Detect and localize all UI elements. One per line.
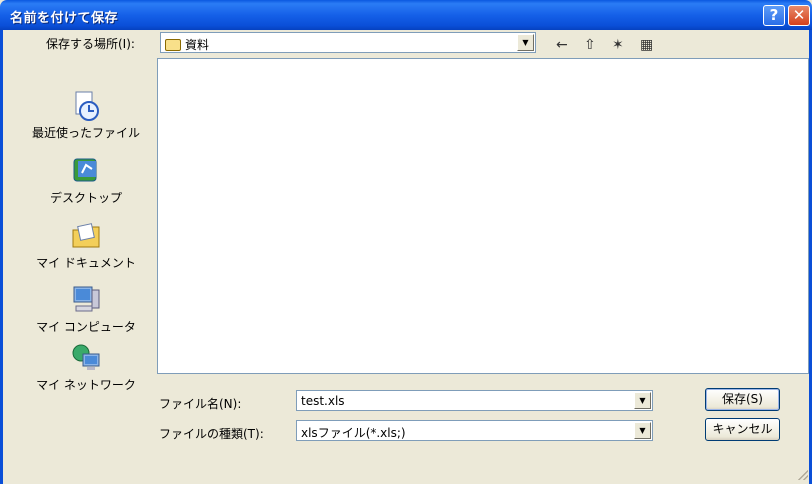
my-computer-icon <box>70 284 102 316</box>
new-folder-icon[interactable]: ✶ <box>612 36 624 54</box>
place-label: デスクトップ <box>49 191 122 205</box>
file-list-view[interactable] <box>157 58 809 374</box>
my-network-icon <box>70 342 102 374</box>
window-title: 名前を付けて保存 <box>10 11 119 26</box>
save-button[interactable]: 保存(S) <box>705 388 780 411</box>
file-type-value: xlsファイル(*.xls;) <box>301 426 406 440</box>
window-frame-left <box>0 30 3 484</box>
place-my-network[interactable]: マイ ネットワーク <box>22 342 150 393</box>
resize-grip[interactable] <box>798 470 808 480</box>
file-name-label: ファイル名(N): <box>159 397 242 411</box>
file-name-input[interactable]: test.xls ▼ <box>296 390 653 411</box>
place-my-documents[interactable]: マイ ドキュメント <box>22 220 150 271</box>
save-in-label: 保存する場所(I): <box>46 37 135 51</box>
back-icon[interactable]: ← <box>556 36 568 54</box>
save-in-dropdown[interactable]: 資料 ▼ <box>160 32 536 53</box>
help-button[interactable]: ? <box>763 5 785 26</box>
place-my-computer[interactable]: マイ コンピュータ <box>22 284 150 335</box>
place-label: マイ ドキュメント <box>36 256 136 270</box>
recent-documents-icon <box>70 90 102 122</box>
chevron-down-icon[interactable]: ▼ <box>634 392 651 409</box>
chevron-down-icon[interactable]: ▼ <box>634 422 651 439</box>
views-menu-icon[interactable]: ▦ <box>640 36 653 54</box>
up-folder-icon[interactable]: ⇧ <box>584 36 596 54</box>
my-documents-icon <box>70 220 102 252</box>
file-type-label: ファイルの種類(T): <box>159 427 264 441</box>
cancel-button[interactable]: キャンセル <box>705 418 780 441</box>
place-recent[interactable]: 最近使ったファイル <box>22 90 150 141</box>
place-desktop[interactable]: デスクトップ <box>22 155 150 206</box>
chevron-down-icon[interactable]: ▼ <box>517 34 534 51</box>
close-button[interactable]: ✕ <box>788 5 810 26</box>
desktop-icon <box>70 155 102 187</box>
save-in-value: 資料 <box>185 38 210 52</box>
place-label: 最近使ったファイル <box>31 126 140 140</box>
place-label: マイ ネットワーク <box>36 378 136 392</box>
place-label: マイ コンピュータ <box>36 320 136 334</box>
folder-icon <box>165 39 181 51</box>
file-type-dropdown[interactable]: xlsファイル(*.xls;) ▼ <box>296 420 653 441</box>
file-name-value: test.xls <box>301 394 345 408</box>
title-bar[interactable]: 名前を付けて保存 ? ✕ <box>0 0 812 30</box>
